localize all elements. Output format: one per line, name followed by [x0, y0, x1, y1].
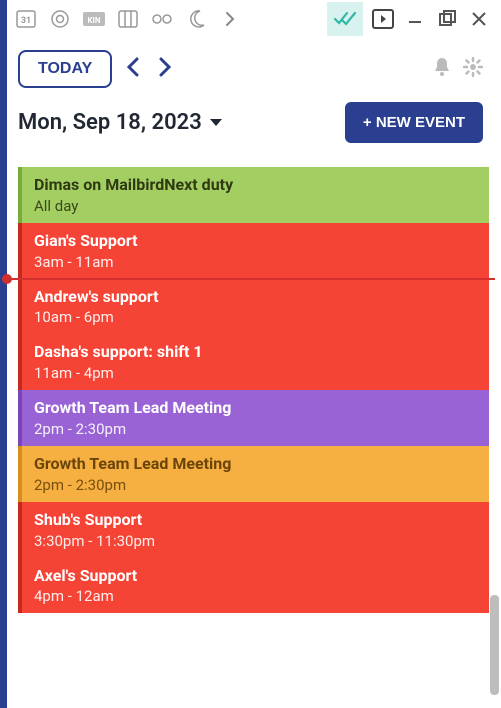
scrollbar-thumb[interactable] [490, 595, 499, 695]
event-time: 3:30pm - 11:30pm [34, 532, 477, 550]
event-time: All day [34, 197, 477, 215]
chrome-icon[interactable] [48, 7, 72, 31]
sidebar-toggle-icon[interactable] [371, 7, 395, 31]
caret-down-icon [210, 119, 222, 126]
event-title: Dimas on MailbirdNext duty [34, 175, 477, 196]
board-icon[interactable] [116, 7, 140, 31]
date-picker[interactable]: Mon, Sep 18, 2023 [18, 110, 222, 135]
date-nav-arrows [126, 57, 172, 81]
header-right-icons [433, 57, 483, 81]
event-title: Growth Team Lead Meeting [34, 398, 477, 419]
prev-day-button[interactable] [126, 57, 140, 81]
minimize-icon[interactable] [403, 7, 427, 31]
moon-icon[interactable] [184, 7, 208, 31]
header-row: TODAY [0, 38, 501, 92]
top-icons-right [327, 2, 491, 36]
event-item[interactable]: Growth Team Lead Meeting2pm - 2:30pm [18, 390, 489, 446]
next-day-button[interactable] [158, 57, 172, 81]
event-time: 10am - 6pm [34, 308, 477, 326]
calendar-31-icon[interactable]: 31 [14, 7, 38, 31]
current-date-label: Mon, Sep 18, 2023 [18, 110, 202, 135]
event-title: Shub's Support [34, 510, 477, 531]
event-item[interactable]: Growth Team Lead Meeting2pm - 2:30pm [18, 446, 489, 502]
today-button[interactable]: TODAY [18, 50, 112, 88]
event-title: Growth Team Lead Meeting [34, 454, 477, 475]
event-item[interactable]: Andrew's support10am - 6pm [18, 279, 489, 335]
event-time: 3am - 11am [34, 253, 477, 271]
bell-icon[interactable] [433, 57, 451, 81]
event-item[interactable]: Dimas on MailbirdNext dutyAll day [18, 167, 489, 223]
top-icons-left: 31 KIN [14, 7, 242, 31]
event-title: Dasha's support: shift 1 [34, 342, 477, 363]
event-time: 11am - 4pm [34, 364, 477, 382]
double-check-icon[interactable] [327, 2, 363, 36]
svg-text:KIN: KIN [87, 16, 100, 25]
new-event-button[interactable]: + NEW EVENT [345, 102, 483, 143]
event-item[interactable]: Dasha's support: shift 111am - 4pm [18, 334, 489, 390]
event-item[interactable]: Axel's Support4pm - 12am [18, 558, 489, 614]
chevron-right-icon[interactable] [218, 7, 242, 31]
top-bar: 31 KIN [0, 0, 501, 38]
link-icon[interactable] [150, 7, 174, 31]
event-item[interactable]: Shub's Support3:30pm - 11:30pm [18, 502, 489, 558]
event-title: Axel's Support [34, 566, 477, 587]
svg-text:31: 31 [21, 16, 31, 26]
close-icon[interactable] [467, 7, 491, 31]
maximize-icon[interactable] [435, 7, 459, 31]
event-time: 2pm - 2:30pm [34, 476, 477, 494]
event-title: Andrew's support [34, 287, 477, 308]
event-title: Gian's Support [34, 231, 477, 252]
date-row: Mon, Sep 18, 2023 + NEW EVENT [0, 92, 501, 143]
gear-icon[interactable] [463, 57, 483, 81]
event-time: 2pm - 2:30pm [34, 420, 477, 438]
kin-icon[interactable]: KIN [82, 7, 106, 31]
event-item[interactable]: Gian's Support3am - 11am [18, 223, 489, 279]
events-list: Dimas on MailbirdNext dutyAll dayGian's … [0, 143, 501, 613]
event-time: 4pm - 12am [34, 587, 477, 605]
